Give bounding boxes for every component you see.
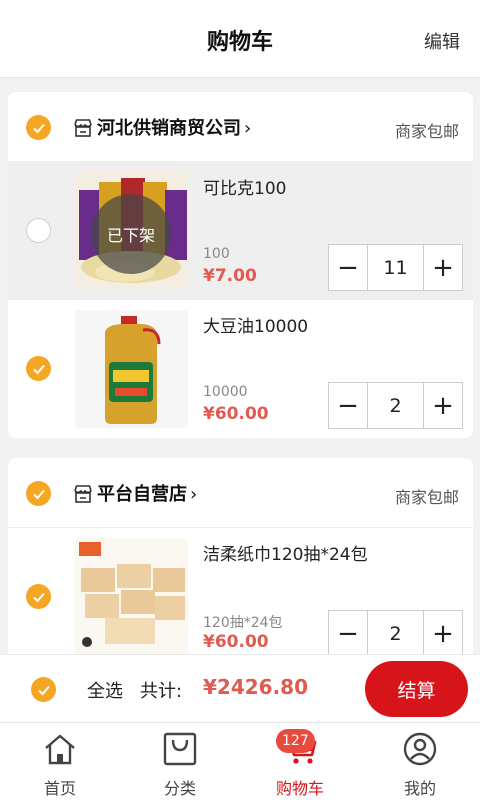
cart-item: 已下架 可比克100 100 ¥7.00 − 11 + (8, 162, 473, 300)
store-link[interactable]: 平台自营店 › (97, 480, 197, 506)
quantity-stepper: − 2 + (328, 382, 463, 429)
store-card: 河北供销商贸公司 › 商家包邮 已下架 可比克100 100 ¥7.00 − 1… (8, 92, 473, 438)
store-card: 平台自营店 › 商家包邮 洁柔纸巾120抽*24包 120抽*24包 ¥60.0… (8, 458, 473, 654)
checkmark-icon (32, 592, 45, 602)
product-price: ¥7.00 (203, 266, 257, 286)
product-spec: 120抽*24包 (203, 615, 283, 631)
quantity-value[interactable]: 2 (367, 611, 424, 654)
shop-icon (74, 119, 92, 137)
product-image[interactable] (75, 310, 188, 428)
checkout-button[interactable]: 结算 (365, 661, 468, 717)
quantity-stepper: − 11 + (328, 244, 463, 291)
item-checkbox[interactable] (26, 584, 51, 609)
store-header: 河北供销商贸公司 › 商家包邮 (8, 92, 473, 162)
decrease-button[interactable]: − (329, 383, 367, 428)
tab-home[interactable]: 首页 (0, 723, 120, 800)
total-amount: ¥2426.80 (203, 675, 309, 699)
checkmark-icon (32, 123, 45, 133)
cart-item: 大豆油10000 10000 ¥60.00 − 2 + (8, 300, 473, 438)
tab-cart[interactable]: 127 购物车 (240, 723, 360, 800)
oil-bottle-image (75, 310, 188, 428)
item-checkbox[interactable] (26, 218, 51, 243)
page-title: 购物车 (206, 30, 273, 55)
quantity-value[interactable]: 2 (367, 383, 424, 428)
bag-icon (163, 732, 197, 766)
cart-list[interactable]: 河北供销商贸公司 › 商家包邮 已下架 可比克100 100 ¥7.00 − 1… (0, 78, 480, 654)
user-icon (403, 732, 437, 766)
chevron-right-icon: › (190, 484, 198, 505)
increase-button[interactable]: + (424, 383, 462, 428)
quantity-stepper: − 2 + (328, 610, 463, 654)
tab-label: 购物车 (275, 779, 324, 798)
product-name[interactable]: 洁柔纸巾120抽*24包 (203, 540, 368, 565)
item-checkbox[interactable] (26, 356, 51, 381)
product-price: ¥60.00 (203, 404, 269, 424)
bottom-nav: 首页 分类 127 购物车 我的 (0, 722, 480, 800)
edit-button[interactable]: 编辑 (424, 28, 460, 54)
shipping-label: 商家包邮 (394, 122, 459, 141)
off-shelf-badge: 已下架 (91, 194, 171, 274)
tab-label: 分类 (163, 779, 196, 798)
store-name: 河北供销商贸公司 (97, 118, 241, 139)
cart-count-badge: 127 (276, 729, 315, 753)
store-name: 平台自营店 (97, 484, 187, 505)
select-all-label[interactable]: 全选 (87, 677, 123, 703)
product-spec: 10000 (203, 384, 248, 400)
store-checkbox[interactable] (26, 481, 51, 506)
checkmark-icon (32, 364, 45, 374)
product-image[interactable] (75, 538, 188, 654)
tab-mine[interactable]: 我的 (360, 723, 480, 800)
chevron-right-icon: › (244, 118, 252, 139)
checkmark-icon (32, 489, 45, 499)
top-bar: 购物车 编辑 (0, 0, 480, 78)
decrease-button[interactable]: − (329, 245, 367, 290)
increase-button[interactable]: + (424, 611, 462, 654)
tab-category[interactable]: 分类 (120, 723, 240, 800)
cart-item: 洁柔纸巾120抽*24包 120抽*24包 ¥60.00 − 2 + (8, 528, 473, 654)
tab-label: 我的 (403, 779, 436, 798)
tab-label: 首页 (43, 779, 76, 798)
select-all-checkbox[interactable] (31, 677, 56, 702)
shipping-label: 商家包邮 (394, 488, 459, 507)
product-name[interactable]: 可比克100 (203, 174, 286, 199)
product-spec: 100 (203, 246, 230, 262)
product-name[interactable]: 大豆油10000 (203, 312, 308, 337)
checkmark-icon (37, 685, 50, 695)
store-checkbox[interactable] (26, 115, 51, 140)
store-link[interactable]: 河北供销商贸公司 › (97, 114, 251, 140)
decrease-button[interactable]: − (329, 611, 367, 654)
shop-icon (74, 485, 92, 503)
quantity-value[interactable]: 11 (367, 245, 424, 290)
total-label: 共计: (140, 681, 183, 702)
checkout-bar: 全选 共计: ¥2426.80 结算 (0, 654, 480, 722)
product-price: ¥60.00 (203, 632, 269, 652)
increase-button[interactable]: + (424, 245, 462, 290)
home-icon (45, 734, 75, 765)
tissue-image (75, 538, 188, 654)
product-image[interactable]: 已下架 (75, 172, 188, 290)
store-header: 平台自营店 › 商家包邮 (8, 458, 473, 528)
